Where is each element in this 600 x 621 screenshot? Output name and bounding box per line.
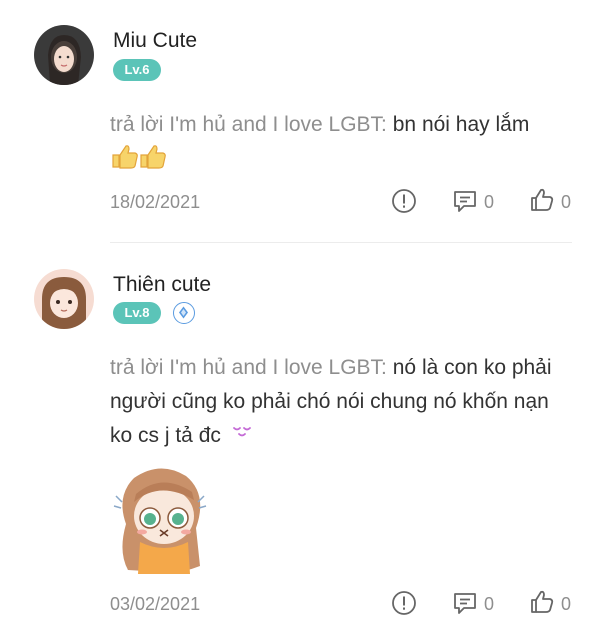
avatar[interactable] bbox=[34, 269, 94, 329]
reply-prefix[interactable]: trả lời I'm hủ and I love LGBT: bbox=[110, 356, 387, 379]
comment-body: trả lời I'm hủ and I love LGBT: nó là co… bbox=[110, 351, 570, 453]
like-icon[interactable] bbox=[529, 187, 555, 218]
comment-count: 0 bbox=[484, 192, 495, 212]
comment-date: 03/02/2021 bbox=[110, 594, 201, 614]
crying-anime-girl-sticker[interactable] bbox=[110, 462, 212, 579]
divider bbox=[110, 242, 572, 243]
avatar[interactable] bbox=[34, 25, 94, 85]
sleepy-face-icon bbox=[231, 419, 253, 453]
level-badge: Lv.8 bbox=[113, 302, 161, 324]
comment-count: 0 bbox=[484, 594, 495, 614]
username[interactable]: Thiên cute bbox=[113, 273, 211, 297]
report-icon[interactable] bbox=[391, 590, 417, 621]
like-icon[interactable] bbox=[529, 589, 555, 620]
like-count: 0 bbox=[561, 594, 572, 614]
reply-prefix[interactable]: trả lời I'm hủ and I love LGBT: bbox=[110, 113, 387, 136]
comment-icon[interactable] bbox=[452, 188, 478, 219]
comment-date: 18/02/2021 bbox=[110, 192, 201, 212]
like-count: 0 bbox=[561, 192, 572, 212]
thumbs-up-icon bbox=[110, 142, 168, 181]
username[interactable]: Miu Cute bbox=[113, 29, 197, 53]
comment-body: trả lời I'm hủ and I love LGBT: bn nói h… bbox=[110, 108, 570, 181]
level-badge: Lv.6 bbox=[113, 59, 161, 81]
report-icon[interactable] bbox=[391, 188, 417, 219]
comment-text: bn nói hay lắm bbox=[392, 113, 530, 136]
verified-badge-icon bbox=[173, 302, 195, 324]
comment-icon[interactable] bbox=[452, 590, 478, 621]
